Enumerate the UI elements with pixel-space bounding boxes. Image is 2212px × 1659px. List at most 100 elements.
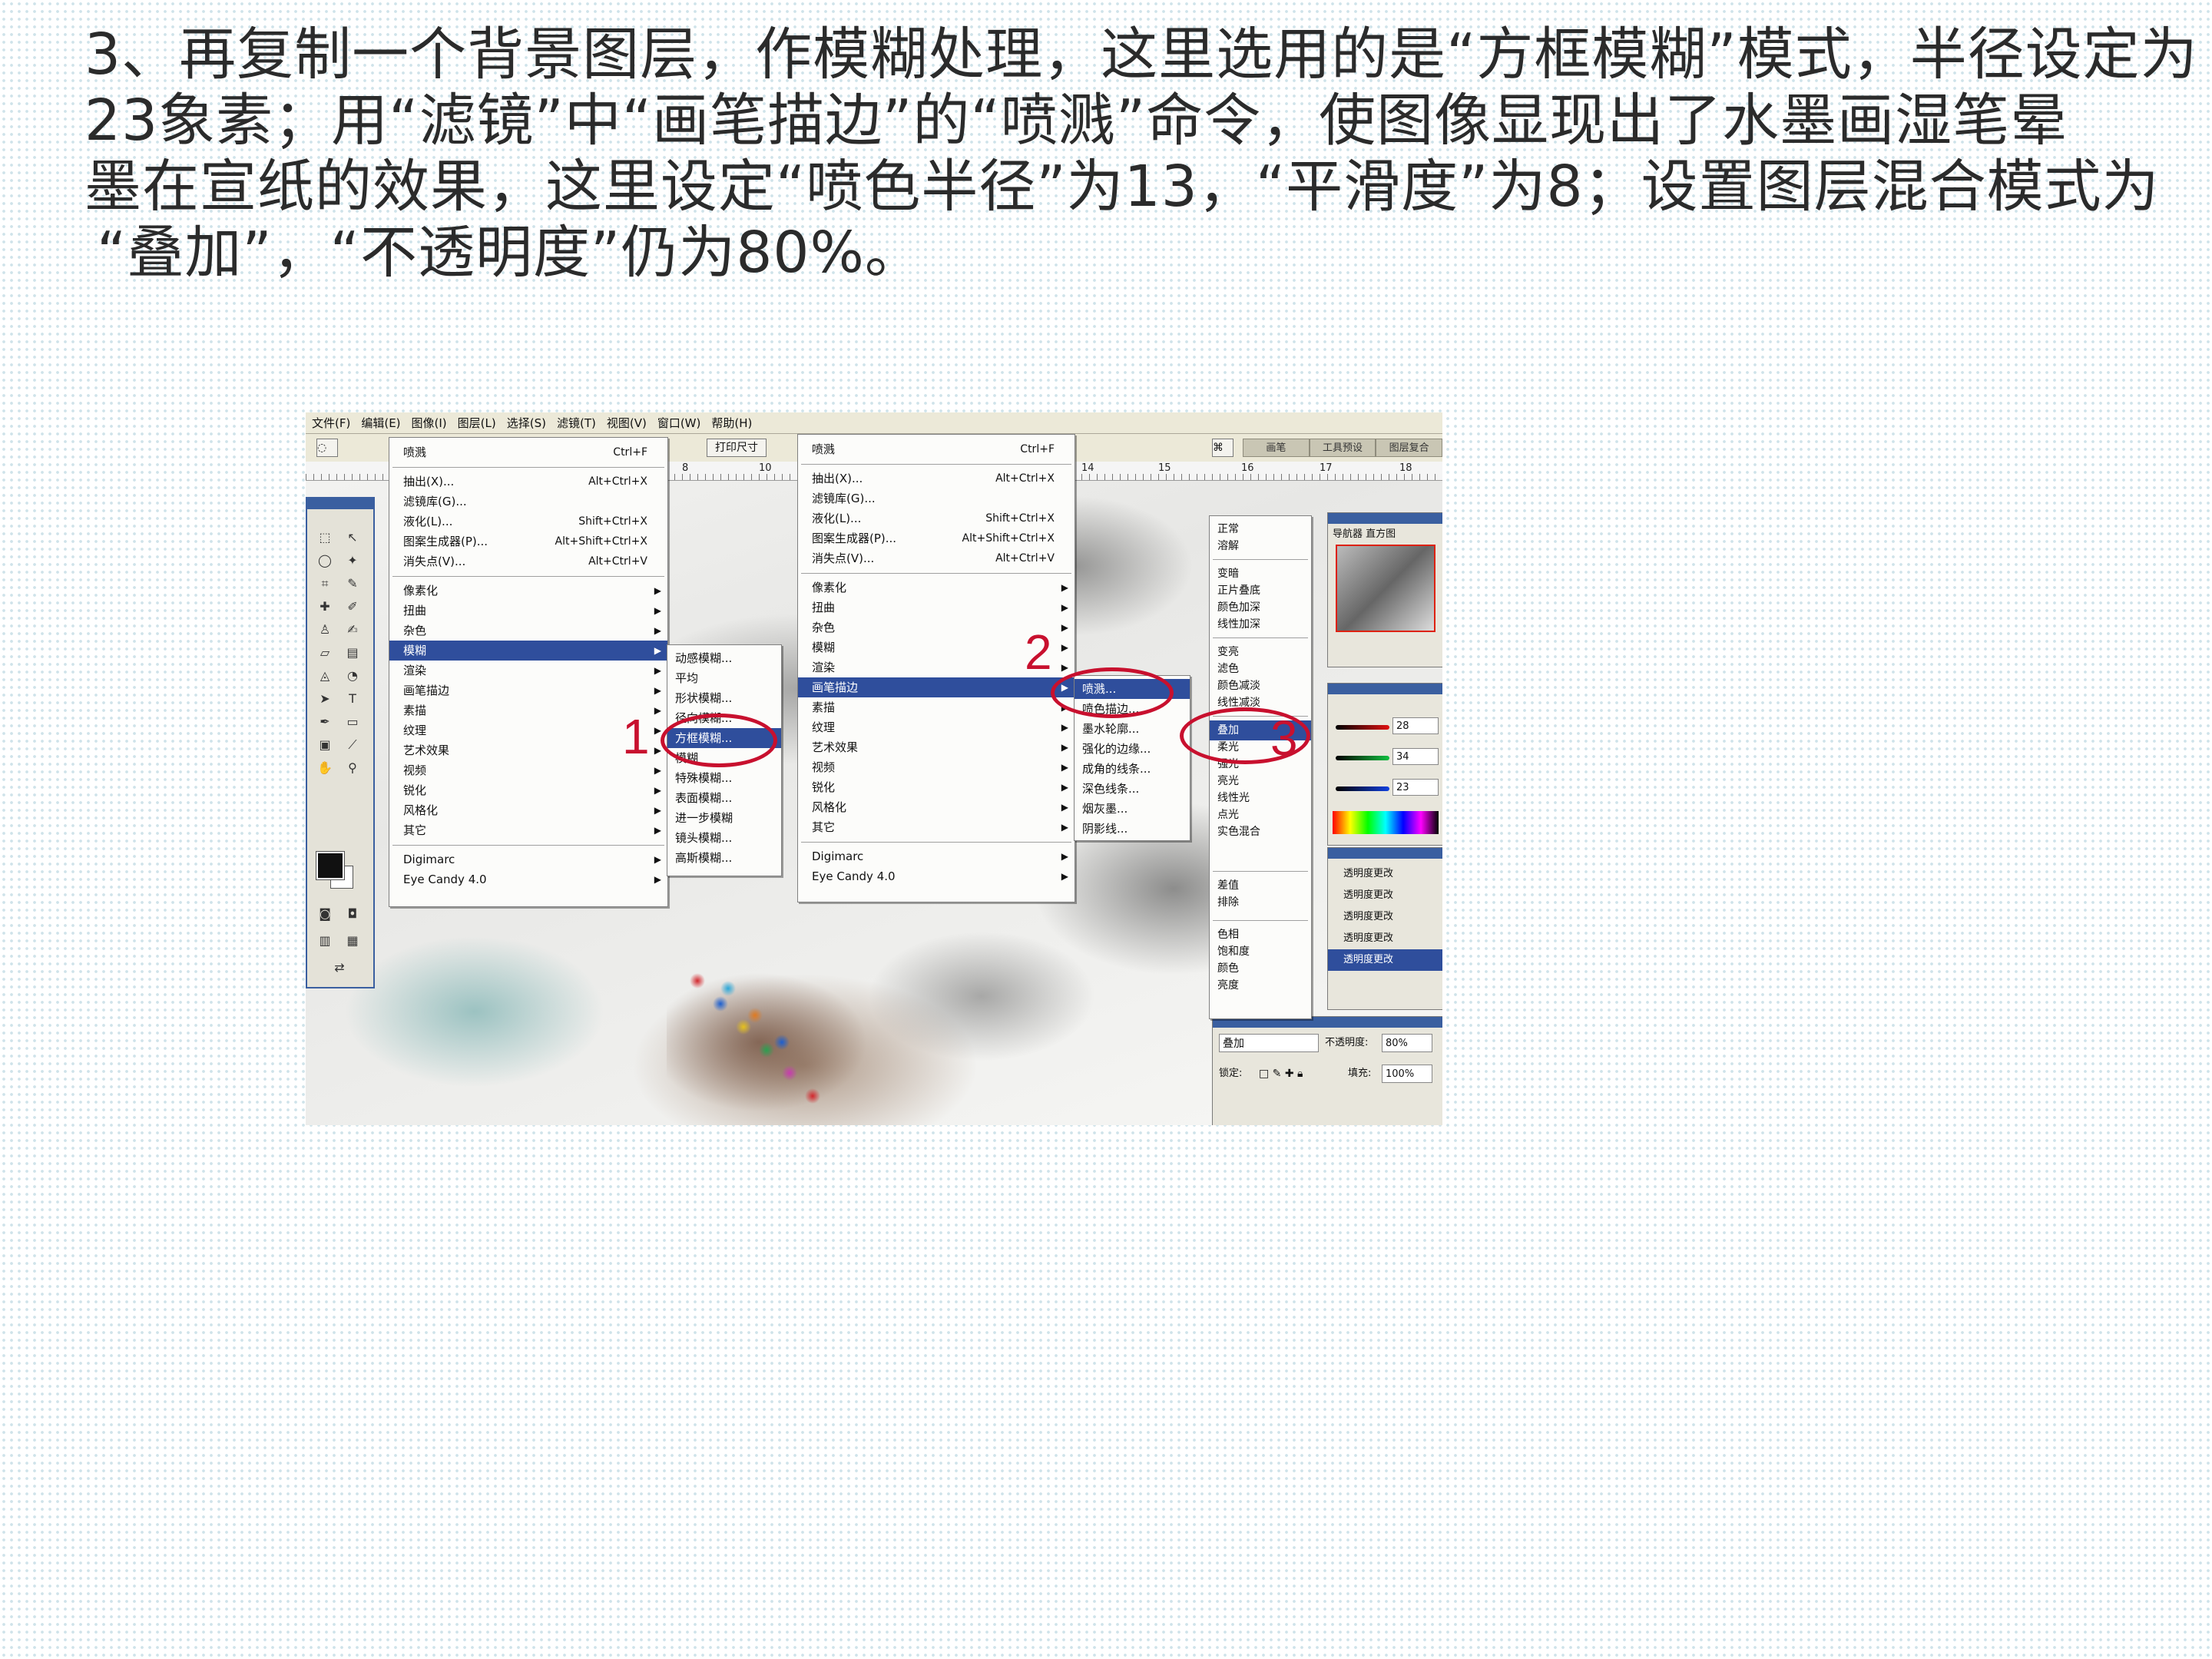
menu-item-video[interactable]: 视频 ▶ [798,757,1075,777]
menu-item-other[interactable]: 其它 ▶ [798,817,1075,837]
menu-item-stylize[interactable]: 风格化 ▶ [389,800,667,820]
menu-item-pixelate[interactable]: 像素化 ▶ [389,581,667,601]
menu-item-distort[interactable]: 扭曲 ▶ [798,598,1075,618]
menu-help[interactable]: 帮助(H) [711,415,752,431]
menu-item-average[interactable]: 平均 [667,668,781,688]
blue-slider[interactable] [1336,786,1389,791]
tab-brushes[interactable]: 画笔 [1243,439,1310,457]
menu-item-brush-strokes[interactable]: 画笔描边 ▶ [389,680,667,700]
history-item-selected[interactable]: 透明度更改 [1328,949,1442,971]
red-slider[interactable] [1336,725,1389,730]
tab-layer-comps[interactable]: 图层复合 [1376,439,1442,457]
menu-item-motion-blur[interactable]: 动感模糊... [667,648,781,668]
brush-tool-icon[interactable]: ✐ [343,598,363,615]
menu-item-pixelate[interactable]: 像素化 ▶ [798,578,1075,598]
lock-icons[interactable]: □ ✎ ✚ 🔒︎ [1259,1065,1303,1083]
menu-item-blur-more[interactable]: 进一步模糊 [667,808,781,828]
type-tool-icon[interactable]: T [343,690,363,707]
quick-mask-icon[interactable]: ◙ [315,906,335,922]
menu-item-stylize[interactable]: 风格化 ▶ [798,797,1075,817]
menu-item-vanishing-point[interactable]: 消失点(V)... Alt+Ctrl+V [389,551,667,571]
red-value-field[interactable]: 28 [1392,717,1439,734]
magic-wand-icon[interactable]: ✦ [343,552,363,569]
blend-hard-mix[interactable]: 实色混合 [1210,822,1311,842]
menu-item-sharpen[interactable]: 锐化 ▶ [389,780,667,800]
menu-item-vanishing-point[interactable]: 消失点(V)... Alt+Ctrl+V [798,548,1075,568]
menu-item-last-filter[interactable]: 喷溅 Ctrl+F [798,439,1075,459]
history-brush-icon[interactable]: ✍ [343,621,363,638]
tab-tool-presets[interactable]: 工具预设 [1309,439,1376,457]
foreground-color-swatch[interactable] [316,852,344,879]
menu-item-liquify[interactable]: 液化(L)... Shift+Ctrl+X [798,508,1075,528]
shape-tool-icon[interactable]: ▭ [343,714,363,730]
marquee-tool-icon[interactable]: ⬚ [315,529,335,546]
move-tool-icon[interactable]: ↖ [343,529,363,546]
menu-item-eye-candy[interactable]: Eye Candy 4.0 ▶ [798,866,1075,886]
menu-item-filter-gallery[interactable]: 滤镜库(G)... [389,492,667,512]
full-screen-icon[interactable]: ▦ [343,932,363,949]
screen-mode-icon[interactable]: ▥ [315,932,335,949]
menu-item-artistic[interactable]: 艺术效果 ▶ [798,737,1075,757]
history-item[interactable]: 透明度更改 [1328,906,1442,928]
crop-tool-icon[interactable]: ⌗ [315,575,335,592]
menu-window[interactable]: 窗口(W) [657,415,701,431]
menu-select[interactable]: 选择(S) [507,415,546,431]
menu-item-sumi-e[interactable]: 烟灰墨... [1075,799,1190,819]
menu-item-extract[interactable]: 抽出(X)... Alt+Ctrl+X [798,469,1075,488]
menu-item-gaussian-blur[interactable]: 高斯模糊... [667,848,781,868]
healing-brush-icon[interactable]: ✚ [315,598,335,615]
menu-item-eye-candy[interactable]: Eye Candy 4.0 ▶ [389,869,667,889]
menu-item-extract[interactable]: 抽出(X)... Alt+Ctrl+X [389,472,667,492]
hand-tool-icon[interactable]: ✋ [315,760,335,777]
blend-luminosity[interactable]: 亮度 [1210,975,1311,995]
gradient-tool-icon[interactable]: ▤ [343,644,363,661]
menu-item-brush-strokes[interactable]: 画笔描边 ▶ [798,677,1075,697]
menu-item-last-filter[interactable]: 喷溅 Ctrl+F [389,442,667,462]
menu-item-filter-gallery[interactable]: 滤镜库(G)... [798,488,1075,508]
menu-image[interactable]: 图像(I) [412,415,447,431]
notes-tool-icon[interactable]: ▣ [315,737,335,753]
history-item[interactable]: 透明度更改 [1328,863,1442,885]
history-item[interactable]: 透明度更改 [1328,885,1442,906]
blur-tool-icon[interactable]: ◬ [315,667,335,684]
menu-filter[interactable]: 滤镜(T) [557,415,596,431]
dodge-tool-icon[interactable]: ◔ [343,667,363,684]
green-slider[interactable] [1336,756,1389,760]
menu-item-liquify[interactable]: 液化(L)... Shift+Ctrl+X [389,512,667,531]
menu-item-distort[interactable]: 扭曲 ▶ [389,601,667,621]
opacity-field[interactable]: 80% [1382,1034,1432,1052]
menu-item-shape-blur[interactable]: 形状模糊... [667,688,781,708]
menu-item-pattern-maker[interactable]: 图案生成器(P)... Alt+Shift+Ctrl+X [798,528,1075,548]
menu-item-crosshatch[interactable]: 阴影线... [1075,819,1190,839]
tool-preset-icon[interactable]: ◌ [316,439,338,457]
menu-item-sketch[interactable]: 素描 ▶ [798,697,1075,717]
fill-field[interactable]: 100% [1382,1065,1432,1083]
eyedropper-icon[interactable]: ⟋ [343,737,363,753]
blend-dissolve[interactable]: 溶解 [1210,536,1311,556]
standard-mode-icon[interactable]: ◘ [343,906,363,922]
pen-tool-icon[interactable]: ✒ [315,714,335,730]
menu-item-smart-blur[interactable]: 特殊模糊... [667,768,781,788]
menu-item-blur[interactable]: 模糊 ▶ [389,641,667,661]
navigator-thumbnail[interactable] [1336,545,1435,632]
eraser-tool-icon[interactable]: ▱ [315,644,335,661]
menu-file[interactable]: 文件(F) [312,415,350,431]
menu-item-digimarc[interactable]: Digimarc ▶ [389,849,667,869]
print-size-button[interactable]: 打印尺寸 [707,439,767,457]
menu-item-pattern-maker[interactable]: 图案生成器(P)... Alt+Shift+Ctrl+X [389,531,667,551]
navigator-tabs[interactable]: 导航器 直方图 [1328,524,1442,541]
history-item[interactable]: 透明度更改 [1328,928,1442,949]
stamp-tool-icon[interactable]: ♙ [315,621,335,638]
menu-edit[interactable]: 编辑(E) [361,415,400,431]
menu-item-other[interactable]: 其它 ▶ [389,820,667,840]
path-select-icon[interactable]: ➤ [315,690,335,707]
menu-item-angled-strokes[interactable]: 成角的线条... [1075,759,1190,779]
zoom-tool-icon[interactable]: ⚲ [343,760,363,777]
blend-mode-select[interactable]: 叠加 [1219,1034,1319,1052]
menu-item-accented-edges[interactable]: 强化的边缘... [1075,739,1190,759]
menu-item-lens-blur[interactable]: 镜头模糊... [667,828,781,848]
green-value-field[interactable]: 34 [1392,748,1439,765]
menu-item-dark-strokes[interactable]: 深色线条... [1075,779,1190,799]
menu-item-surface-blur[interactable]: 表面模糊... [667,788,781,808]
blue-value-field[interactable]: 23 [1392,779,1439,796]
